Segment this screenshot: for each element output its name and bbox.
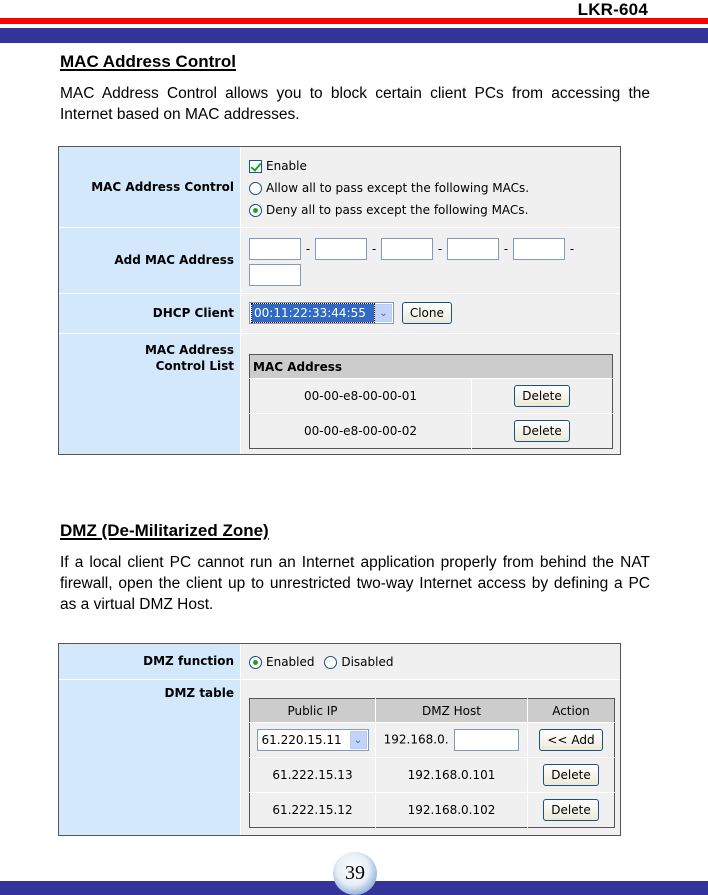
allow-option[interactable]: Allow all to pass except the following M… bbox=[249, 177, 620, 199]
allow-radio[interactable] bbox=[249, 181, 262, 195]
mac-address-cell: 00-00-e8-00-00-02 bbox=[249, 413, 472, 449]
delete-button[interactable]: Delete bbox=[543, 764, 599, 786]
enable-option[interactable]: Enable bbox=[249, 155, 620, 177]
deny-radio[interactable] bbox=[249, 203, 262, 217]
model-name: LKR-604 bbox=[577, 0, 648, 19]
dmz-table-row: DMZ table Public IP DMZ Host Action 61.2… bbox=[59, 680, 620, 835]
dhcp-client-select[interactable]: 00:11:22:33:44:55 ⌄ bbox=[249, 302, 394, 324]
action-column-header: Action bbox=[527, 698, 615, 723]
deny-option[interactable]: Deny all to pass except the following MA… bbox=[249, 199, 620, 221]
table-row: 61.222.15.13 192.168.0.101 Delete bbox=[249, 757, 615, 793]
dmz-disabled-label: Disabled bbox=[341, 655, 394, 669]
dmz-enabled-option[interactable]: Enabled bbox=[249, 651, 315, 673]
add-mac-row: Add MAC Address - - - - - bbox=[59, 228, 620, 294]
dmz-host-cell: 192.168.0.102 bbox=[375, 792, 528, 828]
enable-checkbox[interactable] bbox=[249, 159, 262, 173]
mac-control-label: MAC Address Control bbox=[59, 147, 241, 227]
clone-button[interactable]: Clone bbox=[401, 302, 452, 324]
delete-button[interactable]: Delete bbox=[514, 385, 570, 407]
table-row: 00-00-e8-00-00-02 Delete bbox=[249, 413, 613, 449]
chevron-down-icon[interactable]: ⌄ bbox=[349, 731, 367, 749]
mac-control-list-table: MAC Address 00-00-e8-00-00-01 Delete 00-… bbox=[249, 354, 613, 449]
mac-octet-4-input[interactable] bbox=[447, 237, 499, 260]
enable-label: Enable bbox=[266, 159, 307, 173]
mac-octet-1-input[interactable] bbox=[249, 237, 301, 260]
mac-octet-2-input[interactable] bbox=[315, 237, 367, 260]
public-ip-select[interactable]: 61.220.15.11 ⌄ bbox=[256, 729, 369, 751]
dmz-enabled-radio[interactable] bbox=[249, 655, 262, 669]
page-number: 39 bbox=[345, 862, 365, 884]
add-mac-label: Add MAC Address bbox=[59, 228, 241, 293]
page-number-badge: 39 bbox=[333, 852, 377, 895]
mac-separator: - bbox=[437, 241, 443, 256]
table-row: 61.222.15.12 192.168.0.102 Delete bbox=[249, 792, 615, 828]
dmz-panel: DMZ function Enabled Disabled DMZ table … bbox=[58, 643, 621, 836]
header-blue-bar bbox=[0, 28, 708, 43]
mac-address-cell: 00-00-e8-00-00-01 bbox=[249, 378, 472, 414]
mac-octet-3-input[interactable] bbox=[381, 237, 433, 260]
header-red-bar bbox=[0, 18, 708, 24]
dmz-table-label: DMZ table bbox=[59, 680, 241, 835]
add-button[interactable]: << Add bbox=[539, 729, 603, 751]
mac-separator: - bbox=[371, 241, 377, 256]
delete-button[interactable]: Delete bbox=[514, 420, 570, 442]
allow-label: Allow all to pass except the following M… bbox=[266, 181, 530, 195]
dmz-function-row: DMZ function Enabled Disabled bbox=[59, 644, 620, 680]
mac-section-description: MAC Address Control allows you to block … bbox=[60, 85, 650, 123]
dmz-host-column-header: DMZ Host bbox=[375, 698, 528, 723]
dmz-disabled-radio[interactable] bbox=[324, 655, 338, 669]
mac-octet-6-input[interactable] bbox=[249, 263, 301, 286]
table-row: 00-00-e8-00-00-01 Delete bbox=[249, 378, 613, 414]
dmz-host-cell: 192.168.0.101 bbox=[375, 757, 528, 793]
mac-address-column-header: MAC Address bbox=[249, 354, 613, 379]
mac-section-title: MAC Address Control bbox=[60, 52, 236, 71]
control-list-row: MAC Address Control List MAC Address 00-… bbox=[59, 334, 620, 454]
dmz-section-description: If a local client PC cannot run an Inter… bbox=[60, 554, 650, 613]
dmz-host-input[interactable] bbox=[454, 729, 520, 751]
dhcp-client-label: DHCP Client bbox=[59, 294, 241, 333]
dmz-section-title: DMZ (De-Militarized Zone) bbox=[60, 521, 269, 540]
chevron-down-icon[interactable]: ⌄ bbox=[375, 304, 392, 322]
mac-separator: - bbox=[305, 241, 311, 256]
dmz-function-label: DMZ function bbox=[59, 644, 241, 679]
dmz-disabled-option[interactable]: Disabled bbox=[324, 651, 393, 673]
mac-separator: - bbox=[503, 241, 509, 256]
control-list-label-line2: Control List bbox=[155, 359, 234, 373]
public-ip-column-header: Public IP bbox=[249, 698, 376, 723]
control-list-label-line1: MAC Address bbox=[144, 343, 234, 357]
deny-label: Deny all to pass except the following MA… bbox=[266, 203, 529, 217]
dmz-host-prefix: 192.168.0. bbox=[383, 732, 449, 747]
public-ip-cell: 61.222.15.12 bbox=[249, 792, 376, 828]
mac-control-row: MAC Address Control Enable Allow all to … bbox=[59, 147, 620, 228]
mac-control-panel: MAC Address Control Enable Allow all to … bbox=[58, 146, 621, 455]
mac-separator: - bbox=[569, 241, 575, 256]
dmz-table: Public IP DMZ Host Action 61.220.15.11 ⌄… bbox=[249, 698, 615, 828]
public-ip-selected-value: 61.220.15.11 bbox=[261, 733, 342, 747]
dmz-input-row: 61.220.15.11 ⌄ 192.168.0. << Add bbox=[249, 722, 615, 758]
mac-octet-5-input[interactable] bbox=[513, 237, 565, 260]
dmz-enabled-label: Enabled bbox=[266, 655, 315, 669]
delete-button[interactable]: Delete bbox=[543, 799, 599, 821]
dhcp-client-row: DHCP Client 00:11:22:33:44:55 ⌄ Clone bbox=[59, 294, 620, 334]
public-ip-cell: 61.222.15.13 bbox=[249, 757, 376, 793]
dhcp-client-selected-value: 00:11:22:33:44:55 bbox=[251, 303, 375, 323]
